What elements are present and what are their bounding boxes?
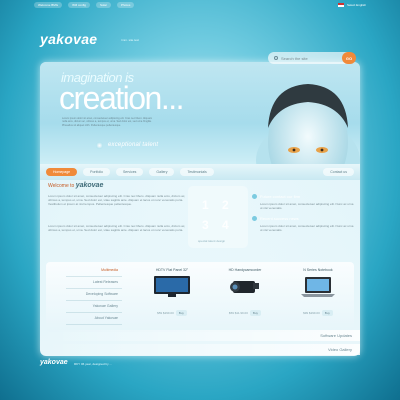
footer-copyright: RKY 06 year, designed by ... bbox=[74, 362, 112, 366]
news-item-1-title[interactable]: Future contact our firm bbox=[252, 192, 356, 200]
video-gallery-bar[interactable]: Video Gallery bbox=[40, 344, 360, 355]
tab-testimonials[interactable]: Testimonials bbox=[180, 168, 214, 176]
number-1[interactable]: 1 bbox=[202, 198, 209, 212]
product-name: HD Handycamcorder bbox=[228, 268, 262, 272]
buy-button[interactable]: Buy bbox=[321, 310, 333, 316]
tab-portfolio[interactable]: Portfolio bbox=[83, 168, 110, 176]
news-title: Future contact our firm bbox=[260, 193, 301, 199]
welcome-paragraph-1: Lorem ipsum dolor sit amet, consectetuer… bbox=[48, 194, 186, 206]
product-price: $99 $299.00 bbox=[303, 311, 320, 315]
news-list: Future contact our firm Lorem ipsum dolo… bbox=[252, 192, 356, 236]
product-name: HDTV Flat Panel 32" bbox=[155, 268, 189, 272]
numbers-widget: 1 2 3 4 special talent design bbox=[188, 186, 248, 248]
language-label: Select English bbox=[346, 2, 366, 7]
news-item-2-text: Lorem ipsum dolor sit amet, consectetuer… bbox=[260, 224, 354, 232]
product-card[interactable]: HD Handycamcorder $59 $11.99.00 Buy bbox=[213, 268, 277, 319]
hero-subtitle: exceptional talent bbox=[108, 142, 159, 148]
tab-contact[interactable]: Contact us bbox=[323, 168, 354, 176]
search-icon bbox=[274, 56, 278, 60]
bullet-icon bbox=[252, 215, 257, 221]
bullet-icon bbox=[252, 193, 257, 199]
tab-services[interactable]: Services bbox=[115, 168, 144, 176]
buy-button[interactable]: Buy bbox=[249, 310, 262, 316]
menu-item-about[interactable]: About Yakovae bbox=[66, 313, 122, 325]
tab-gallery[interactable]: Gallery bbox=[149, 168, 175, 176]
product-list: HDTV Flat Panel 32" $59 $299.00 Buy HD Ha… bbox=[140, 268, 350, 319]
tab-homepage[interactable]: Homepage bbox=[46, 168, 78, 176]
topbar-item-photos[interactable]: Photos bbox=[116, 1, 135, 8]
welcome-brand: yakovae bbox=[75, 182, 104, 189]
menu-item-multimedia[interactable]: Multimedia bbox=[66, 265, 122, 277]
hero-blurb: Lorem ipsum dolor sit amet, consectetuer… bbox=[62, 117, 153, 127]
search-placeholder: Search the site bbox=[281, 55, 308, 61]
number-4[interactable]: 4 bbox=[222, 218, 229, 232]
menu-item-latest-releases[interactable]: Latest Releases bbox=[66, 277, 122, 289]
number-3[interactable]: 3 bbox=[202, 218, 209, 232]
topbar-item-welcome[interactable]: Welcome BMG bbox=[34, 1, 63, 8]
top-bar: Welcome BMG Wifi config Solar Photos Sel… bbox=[34, 0, 366, 9]
news-item-2-title[interactable]: Recent success news bbox=[252, 214, 356, 222]
product-price: $59 $299.00 bbox=[157, 311, 174, 315]
number-2[interactable]: 2 bbox=[222, 198, 229, 212]
welcome-prefix: Welcome to bbox=[48, 183, 75, 189]
product-card[interactable]: HDTV Flat Panel 32" $59 $299.00 Buy bbox=[140, 268, 204, 319]
product-name: N Series Notebook bbox=[303, 268, 333, 272]
laptop-icon bbox=[301, 277, 335, 297]
welcome-heading: Welcome to yakovae bbox=[48, 182, 103, 189]
hero-face-image bbox=[256, 84, 360, 164]
hero-line2: creation... bbox=[59, 80, 185, 116]
orb-icon bbox=[96, 142, 103, 149]
header: yakovae rmm. site text bbox=[40, 31, 240, 51]
news-title: Recent success news bbox=[260, 215, 299, 221]
category-menu: Multimedia Latest Releases Developing So… bbox=[66, 265, 122, 325]
hero-banner: imagination is creation... Lorem ipsum d… bbox=[40, 62, 360, 164]
tv-icon bbox=[154, 276, 190, 297]
camcorder-icon bbox=[230, 281, 259, 293]
topbar-item-solar[interactable]: Solar bbox=[95, 1, 111, 8]
numbers-caption: special talent design bbox=[198, 239, 226, 243]
product-card[interactable]: N Series Notebook $99 $299.00 Buy bbox=[286, 268, 350, 319]
menu-item-gallery[interactable]: Yakovae Gallery bbox=[66, 301, 122, 313]
search-go-button[interactable]: GO bbox=[342, 52, 356, 64]
main-nav: Homepage Portfolio Services Gallery Test… bbox=[40, 164, 360, 180]
flag-icon bbox=[337, 2, 344, 7]
footer-logo[interactable]: yakovae bbox=[40, 359, 68, 366]
software-updates-bar[interactable]: Software Updates bbox=[40, 330, 360, 341]
language-selector[interactable]: Select English bbox=[337, 2, 366, 7]
product-price: $59 $11.99.00 bbox=[228, 311, 248, 315]
topbar-item-wifi[interactable]: Wifi config bbox=[68, 1, 90, 8]
buy-button[interactable]: Buy bbox=[175, 310, 187, 316]
menu-item-developing-software[interactable]: Developing Software bbox=[66, 289, 122, 301]
news-item-1-text: Lorem ipsum dolor sit amet, consectetuer… bbox=[260, 202, 354, 210]
welcome-paragraph-2: Lorem ipsum dolor sit amet, consectetuer… bbox=[48, 224, 186, 232]
logo-tagline: rmm. site text bbox=[121, 38, 140, 42]
